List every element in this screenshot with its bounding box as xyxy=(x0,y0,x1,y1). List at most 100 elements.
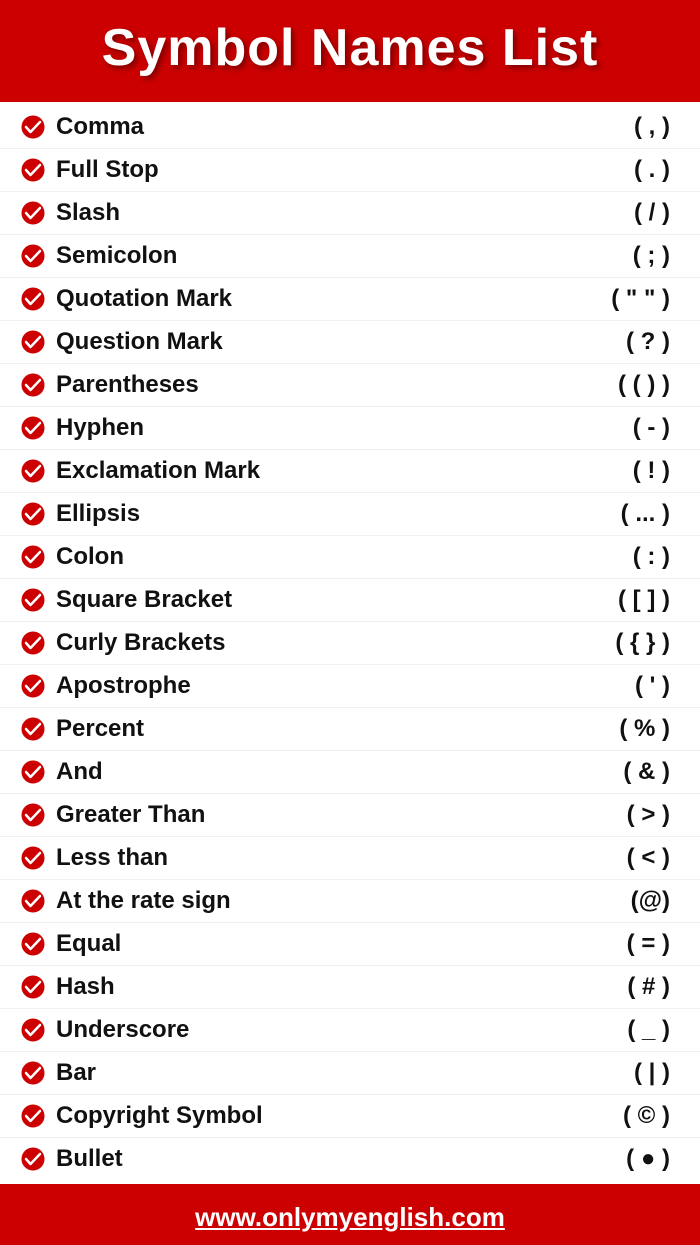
check-icon xyxy=(20,1017,46,1043)
item-symbol: ( % ) xyxy=(619,715,670,743)
list-item: At the rate sign (@) xyxy=(0,880,700,923)
check-icon xyxy=(20,716,46,742)
item-left-17: Less than xyxy=(20,844,168,872)
item-left-4: Quotation Mark xyxy=(20,285,232,313)
item-left-20: Hash xyxy=(20,973,115,1001)
item-name: Quotation Mark xyxy=(56,285,232,313)
item-symbol: ( / ) xyxy=(634,199,670,227)
list-item: Hash ( # ) xyxy=(0,966,700,1009)
item-name: Bar xyxy=(56,1059,96,1087)
check-icon xyxy=(20,458,46,484)
item-name: Colon xyxy=(56,543,124,571)
check-icon xyxy=(20,501,46,527)
check-icon xyxy=(20,1060,46,1086)
list-item: Hyphen ( - ) xyxy=(0,407,700,450)
check-icon xyxy=(20,544,46,570)
item-name: Underscore xyxy=(56,1016,189,1044)
item-name: Greater Than xyxy=(56,801,205,829)
item-symbol: ( : ) xyxy=(633,543,670,571)
items-list: Comma ( , ) Full Stop ( . ) Slash ( / ) xyxy=(0,102,700,1184)
item-name: Comma xyxy=(56,113,144,141)
header: Symbol Names List xyxy=(0,0,700,96)
check-icon xyxy=(20,329,46,355)
list-item: Full Stop ( . ) xyxy=(0,149,700,192)
list-item: Bar ( | ) xyxy=(0,1052,700,1095)
item-name: Exclamation Mark xyxy=(56,457,260,485)
list-item: Greater Than ( > ) xyxy=(0,794,700,837)
item-left-11: Square Bracket xyxy=(20,586,232,614)
item-symbol: ( | ) xyxy=(634,1059,670,1087)
item-left-18: At the rate sign xyxy=(20,887,231,915)
check-icon xyxy=(20,759,46,785)
list-item: Parentheses ( ( ) ) xyxy=(0,364,700,407)
item-name: Less than xyxy=(56,844,168,872)
item-left-16: Greater Than xyxy=(20,801,205,829)
list-item: Equal ( = ) xyxy=(0,923,700,966)
check-icon xyxy=(20,630,46,656)
item-symbol: ( ● ) xyxy=(626,1145,670,1173)
item-left-0: Comma xyxy=(20,113,144,141)
item-left-6: Parentheses xyxy=(20,371,199,399)
item-left-13: Apostrophe xyxy=(20,672,191,700)
item-left-24: Bullet xyxy=(20,1145,123,1173)
item-symbol: ( ' ) xyxy=(635,672,670,700)
item-symbol: ( " " ) xyxy=(611,285,670,313)
item-left-9: Ellipsis xyxy=(20,500,140,528)
item-name: Copyright Symbol xyxy=(56,1102,263,1130)
item-name: Full Stop xyxy=(56,156,159,184)
check-icon xyxy=(20,587,46,613)
item-symbol: ( = ) xyxy=(627,930,670,958)
item-name: Hash xyxy=(56,973,115,1001)
item-symbol: ( [ ] ) xyxy=(618,586,670,614)
item-left-8: Exclamation Mark xyxy=(20,457,260,485)
item-name: At the rate sign xyxy=(56,887,231,915)
list-item: Bullet ( ● ) xyxy=(0,1138,700,1180)
check-icon xyxy=(20,1103,46,1129)
item-symbol: ( - ) xyxy=(633,414,670,442)
item-name: Slash xyxy=(56,199,120,227)
footer-url[interactable]: www.onlymyenglish.com xyxy=(195,1202,505,1232)
list-item: Curly Brackets ( { } ) xyxy=(0,622,700,665)
list-item: Ellipsis ( ... ) xyxy=(0,493,700,536)
item-symbol: ( © ) xyxy=(623,1102,670,1130)
item-name: Hyphen xyxy=(56,414,144,442)
list-item: And ( & ) xyxy=(0,751,700,794)
check-icon xyxy=(20,974,46,1000)
item-left-7: Hyphen xyxy=(20,414,144,442)
check-icon xyxy=(20,200,46,226)
list-item: Percent ( % ) xyxy=(0,708,700,751)
check-icon xyxy=(20,931,46,957)
item-left-5: Question Mark xyxy=(20,328,223,356)
item-left-12: Curly Brackets xyxy=(20,629,225,657)
list-item: Question Mark ( ? ) xyxy=(0,321,700,364)
check-icon xyxy=(20,888,46,914)
item-symbol: ( > ) xyxy=(627,801,670,829)
item-name: Semicolon xyxy=(56,242,177,270)
footer: www.onlymyenglish.com xyxy=(0,1190,700,1245)
list-item: Copyright Symbol ( © ) xyxy=(0,1095,700,1138)
item-symbol: ( ! ) xyxy=(633,457,670,485)
list-item: Less than ( < ) xyxy=(0,837,700,880)
item-symbol: ( ... ) xyxy=(621,500,670,528)
item-symbol: ( . ) xyxy=(634,156,670,184)
item-name: Square Bracket xyxy=(56,586,232,614)
list-item: Exclamation Mark ( ! ) xyxy=(0,450,700,493)
check-icon xyxy=(20,243,46,269)
item-left-14: Percent xyxy=(20,715,144,743)
item-name: Parentheses xyxy=(56,371,199,399)
item-left-22: Bar xyxy=(20,1059,96,1087)
check-icon xyxy=(20,114,46,140)
page-title: Symbol Names List xyxy=(20,18,680,78)
check-icon xyxy=(20,157,46,183)
check-icon xyxy=(20,415,46,441)
item-symbol: ( ; ) xyxy=(633,242,670,270)
item-symbol: ( ( ) ) xyxy=(618,371,670,399)
item-symbol: ( _ ) xyxy=(627,1016,670,1044)
item-name: Percent xyxy=(56,715,144,743)
item-symbol: ( , ) xyxy=(634,113,670,141)
list-item: Semicolon ( ; ) xyxy=(0,235,700,278)
item-name: Curly Brackets xyxy=(56,629,225,657)
check-icon xyxy=(20,802,46,828)
check-icon xyxy=(20,286,46,312)
item-left-19: Equal xyxy=(20,930,121,958)
